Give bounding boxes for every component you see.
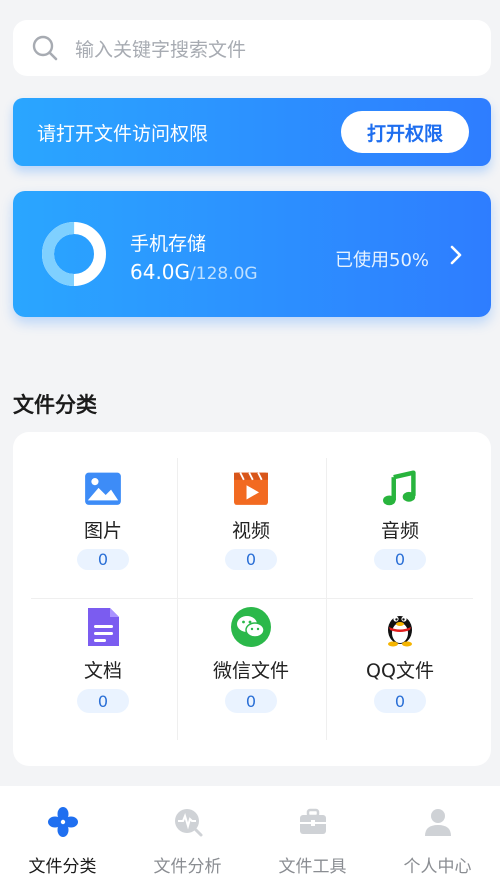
music-icon [383,470,416,506]
storage-used-percent: 已使用50% [335,250,430,271]
wechat-icon [231,607,271,647]
storage-usage-ring [42,222,106,286]
tab-label: 文件工具 [278,857,347,877]
tab-label: 文件分类 [28,857,97,877]
category-documents[interactable]: 文档 0 [29,598,177,736]
tab-file-categories[interactable]: 文件分类 [0,786,125,881]
video-icon [234,472,268,505]
section-title: 文件分类 [13,393,97,417]
category-label: 微信文件 [212,660,289,682]
tab-profile[interactable]: 个人中心 [375,786,500,881]
storage-total: /128.0G [190,264,258,284]
image-icon [85,472,121,505]
storage-used: 64.0G [130,260,191,284]
search-input[interactable]: 输入关键字搜索文件 [75,35,246,62]
category-images[interactable]: 图片 0 [29,432,177,570]
category-count: 0 [225,689,277,713]
toolbox-icon [299,808,326,834]
category-icon [47,807,78,837]
qq-icon [388,616,412,647]
category-audio[interactable]: 音频 0 [326,432,474,570]
tab-label: 个人中心 [403,857,472,877]
tab-label: 文件分析 [153,857,222,877]
category-count: 0 [77,548,129,570]
permission-message: 请打开文件访问权限 [37,122,209,145]
category-label: 视频 [231,519,270,542]
category-count: 0 [374,548,426,570]
category-label: 图片 [83,519,122,542]
category-count: 0 [374,689,426,713]
analysis-icon [174,809,202,837]
category-count: 0 [77,689,129,713]
category-wechat[interactable]: 微信文件 0 [177,598,325,736]
permission-banner: 请打开文件访问权限 打开权限 [13,98,491,166]
category-videos[interactable]: 视频 0 [177,432,325,570]
storage-card[interactable]: 手机存储 64.0G/128.0G 已使用50% [13,191,491,317]
category-grid: 图片 0 视频 0 音频 0 文档 0 微信文件 0 QQ文件 0 [13,432,491,766]
search-icon [31,34,59,62]
category-qq[interactable]: QQ文件 0 [326,598,474,736]
open-permission-button[interactable]: 打开权限 [341,111,469,153]
profile-icon [424,809,451,836]
document-icon [88,608,119,646]
tab-file-tools[interactable]: 文件工具 [250,786,375,881]
category-label: QQ文件 [366,660,434,682]
storage-title: 手机存储 [130,233,207,255]
storage-amount: 64.0G/128.0G [130,260,258,284]
category-label: 音频 [380,519,419,542]
category-label: 文档 [83,660,122,682]
chevron-right-icon [450,245,462,265]
bottom-tab-bar: 文件分类 文件分析 文件工具 个人中心 [0,786,500,881]
search-bar[interactable]: 输入关键字搜索文件 [13,20,491,76]
category-count: 0 [225,548,277,570]
tab-file-analysis[interactable]: 文件分析 [125,786,250,881]
